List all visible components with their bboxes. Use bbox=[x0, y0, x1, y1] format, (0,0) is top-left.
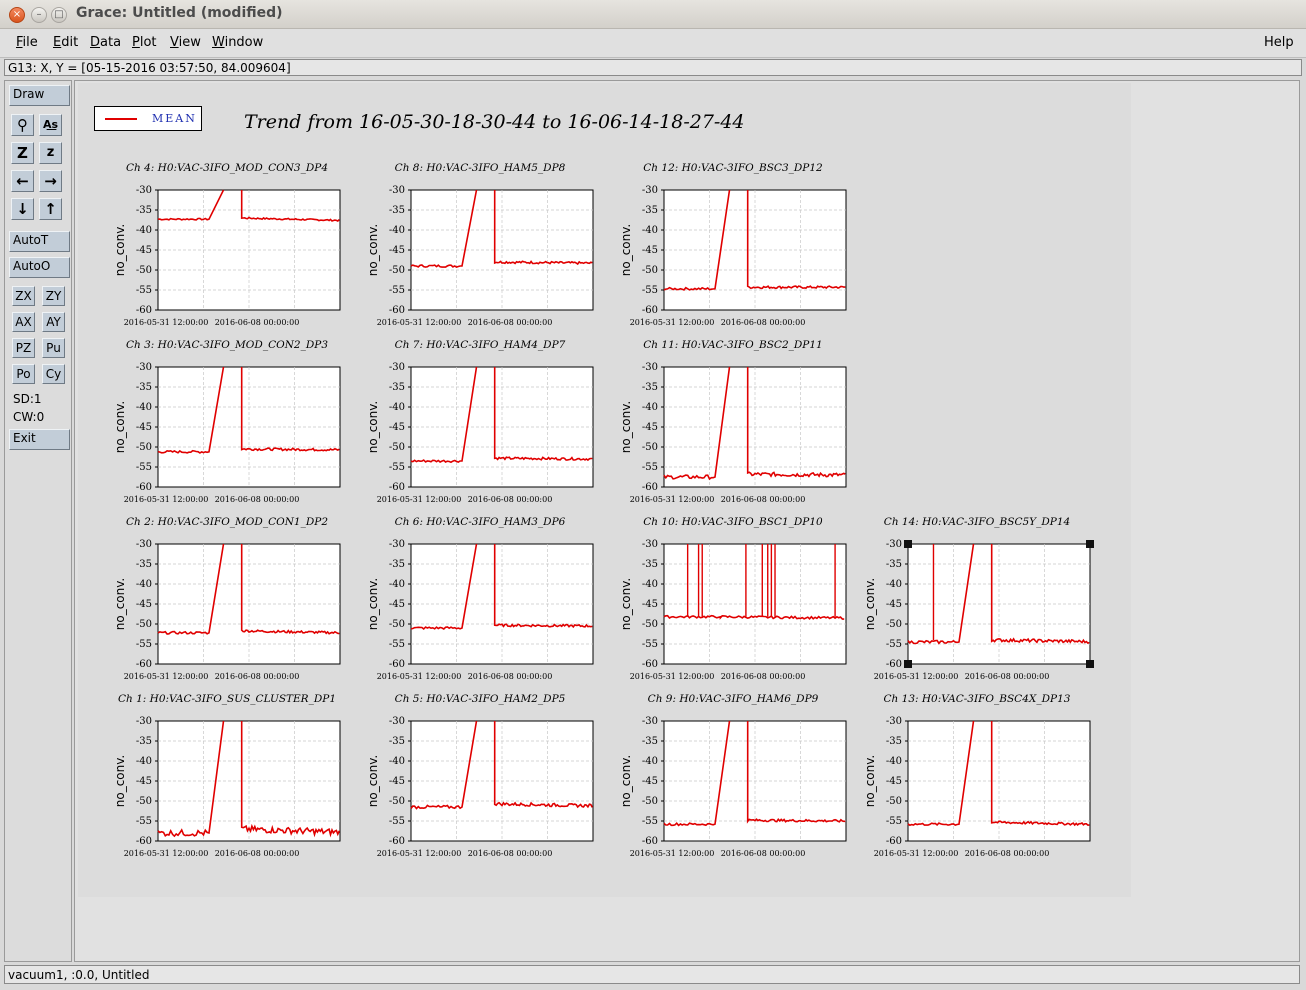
menu-help[interactable]: Help bbox=[1264, 35, 1294, 50]
status-bar: vacuum1, :0.0, Untitled bbox=[4, 965, 1300, 984]
legend[interactable]: MEAN bbox=[94, 106, 202, 131]
menu-plot[interactable]: Plot bbox=[132, 35, 157, 50]
cy-button[interactable]: Cy bbox=[42, 364, 65, 384]
menu-data[interactable]: Data bbox=[90, 35, 121, 50]
cw-label: CW:0 bbox=[13, 410, 45, 424]
page-title: Trend from 16-05-30-18-30-44 to 16-06-14… bbox=[244, 111, 745, 133]
arrow-left-icon[interactable]: ← bbox=[11, 170, 34, 192]
autoo-button[interactable]: AutoO bbox=[9, 257, 70, 278]
menu-window[interactable]: Window bbox=[212, 35, 263, 50]
sd-label: SD:1 bbox=[13, 392, 42, 406]
zx-button[interactable]: ZX bbox=[12, 286, 35, 306]
close-icon[interactable]: × bbox=[9, 7, 25, 23]
plot-page[interactable] bbox=[78, 83, 1131, 897]
zoom-z-small-icon[interactable]: z bbox=[39, 142, 62, 164]
menu-bar: File Edit Data Plot View Window Help bbox=[0, 29, 1306, 58]
arrow-down-icon[interactable]: ↓ bbox=[11, 198, 34, 220]
text-icon[interactable]: A͟s bbox=[39, 114, 62, 136]
ay-button[interactable]: AY bbox=[42, 312, 65, 332]
po-button[interactable]: Po bbox=[12, 364, 35, 384]
arrow-up-icon[interactable]: ↑ bbox=[39, 198, 62, 220]
exit-button[interactable]: Exit bbox=[9, 429, 70, 450]
locator-bar: G13: X, Y = [05-15-2016 03:57:50, 84.009… bbox=[4, 59, 1302, 76]
menu-edit[interactable]: Edit bbox=[53, 35, 78, 50]
tool-panel: Draw ⚲ A͟s Z z ← → ↓ ↑ AutoT AutoO ZX ZY… bbox=[4, 80, 72, 962]
autot-button[interactable]: AutoT bbox=[9, 231, 70, 252]
minimize-icon[interactable]: – bbox=[31, 7, 47, 23]
window-title: Grace: Untitled (modified) bbox=[76, 5, 283, 21]
title-bar: × – □ Grace: Untitled (modified) bbox=[0, 0, 1306, 29]
zy-button[interactable]: ZY bbox=[42, 286, 65, 306]
legend-line bbox=[105, 118, 137, 120]
ax-button[interactable]: AX bbox=[12, 312, 35, 332]
arrow-right-icon[interactable]: → bbox=[39, 170, 62, 192]
maximize-icon[interactable]: □ bbox=[51, 7, 67, 23]
pu-button[interactable]: Pu bbox=[42, 338, 65, 358]
pz-button[interactable]: PZ bbox=[12, 338, 35, 358]
zoom-icon[interactable]: ⚲ bbox=[11, 114, 34, 136]
zoom-z-large-icon[interactable]: Z bbox=[11, 142, 34, 164]
legend-label: MEAN bbox=[152, 112, 197, 125]
menu-file[interactable]: File bbox=[16, 35, 38, 50]
draw-button[interactable]: Draw bbox=[9, 85, 70, 106]
menu-view[interactable]: View bbox=[170, 35, 201, 50]
